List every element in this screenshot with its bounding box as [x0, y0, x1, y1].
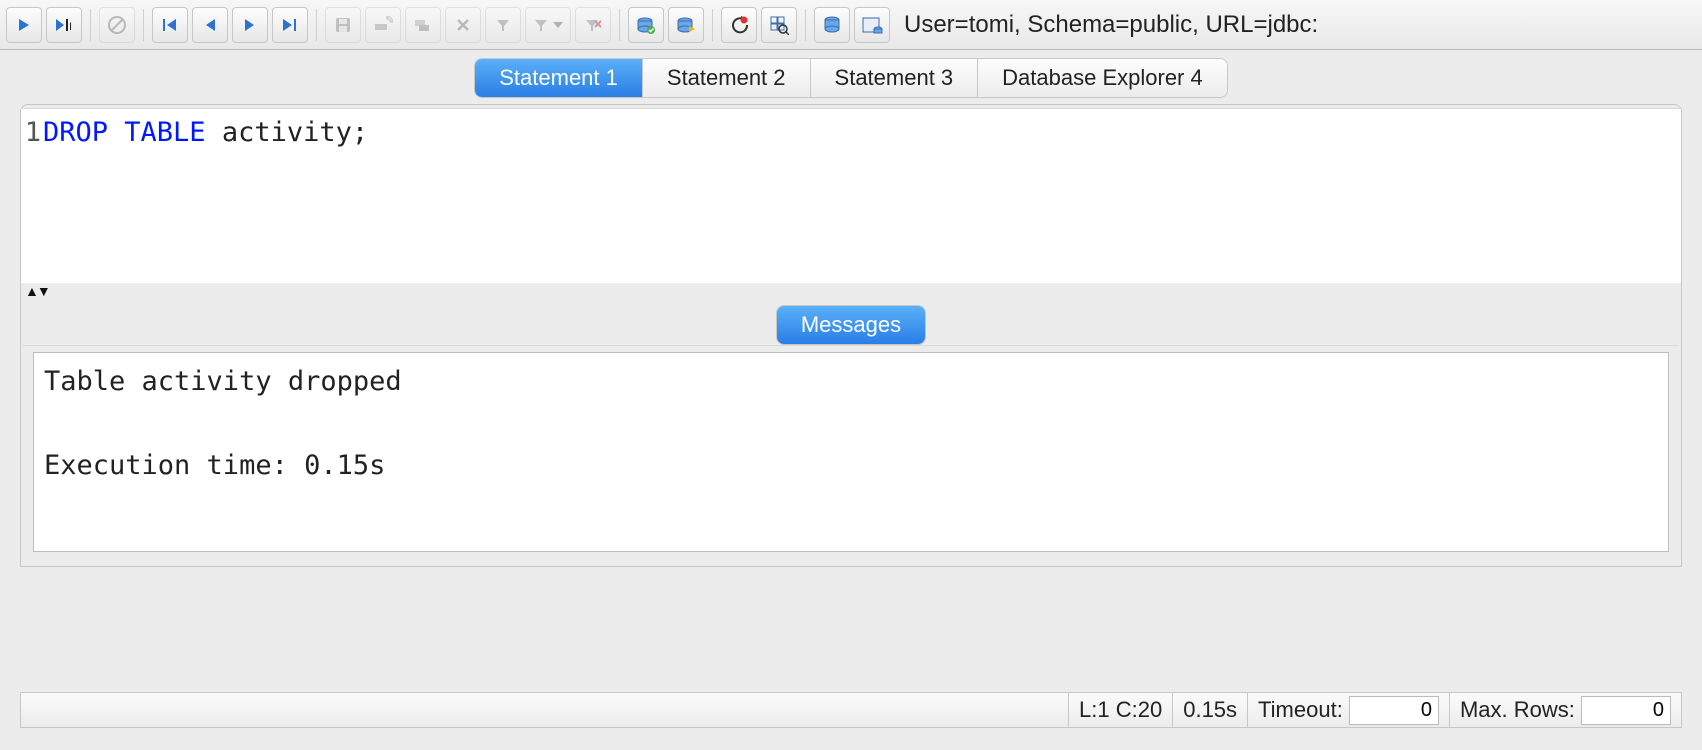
toolbar: I ✎ — [0, 0, 1702, 50]
commit-button[interactable] — [628, 7, 664, 43]
toolbar-separator — [143, 9, 144, 41]
tab-statement-3[interactable]: Statement 3 — [811, 59, 979, 97]
statement-tabs-row: Statement 1 Statement 2 Statement 3 Data… — [0, 50, 1702, 98]
run-to-cursor-button[interactable]: I — [46, 7, 82, 43]
svg-text:I: I — [69, 21, 72, 33]
tab-statement-2[interactable]: Statement 2 — [643, 59, 811, 97]
duplicate-row-button[interactable] — [405, 7, 441, 43]
timeout-label: Timeout: — [1258, 697, 1343, 723]
sql-keyword: DROP TABLE — [43, 117, 206, 148]
sql-editor[interactable]: 1 DROP TABLE activity; — [21, 108, 1681, 283]
sql-text: activity; — [206, 117, 369, 148]
toolbar-separator — [805, 9, 806, 41]
next-record-button[interactable] — [232, 7, 268, 43]
previous-record-button[interactable] — [192, 7, 228, 43]
tab-messages[interactable]: Messages — [777, 306, 925, 344]
tab-database-explorer[interactable]: Database Explorer 4 — [978, 59, 1227, 97]
timeout-cell: Timeout: — [1247, 693, 1449, 727]
messages-output[interactable]: Table activity dropped Execution time: 0… — [33, 352, 1669, 552]
result-tabs: Messages — [776, 305, 926, 345]
toolbar-separator — [712, 9, 713, 41]
toolbar-separator — [316, 9, 317, 41]
insert-row-button[interactable]: ✎ — [365, 7, 401, 43]
last-record-button[interactable] — [272, 7, 308, 43]
rollback-button[interactable] — [721, 7, 757, 43]
connection-string: User=tomi, Schema=public, URL=jdbc: — [904, 11, 1696, 39]
first-record-button[interactable] — [152, 7, 188, 43]
cursor-position: L:1 C:20 — [1068, 693, 1172, 727]
save-button[interactable] — [325, 7, 361, 43]
run-button[interactable] — [6, 7, 42, 43]
maxrows-cell: Max. Rows: — [1449, 693, 1681, 727]
delete-row-button[interactable] — [445, 7, 481, 43]
result-tabs-row: Messages — [21, 299, 1681, 345]
svg-text:✎: ✎ — [385, 16, 393, 27]
status-bar: L:1 C:20 0.15s Timeout: Max. Rows: — [20, 692, 1682, 728]
maxrows-input[interactable] — [1581, 696, 1671, 725]
filter-button[interactable] — [485, 7, 521, 43]
main-panel: 1 DROP TABLE activity; ▲▼ Messages Table… — [20, 104, 1682, 567]
clear-filter-button[interactable] — [575, 7, 611, 43]
line-number-gutter: 1 — [21, 109, 43, 283]
db-object-button[interactable] — [854, 7, 890, 43]
execution-time: 0.15s — [1172, 693, 1247, 727]
statement-tabs: Statement 1 Statement 2 Statement 3 Data… — [474, 58, 1227, 98]
tab-statement-1[interactable]: Statement 1 — [475, 59, 643, 97]
execute-script-button[interactable] — [668, 7, 704, 43]
timeout-input[interactable] — [1349, 696, 1439, 725]
find-data-button[interactable] — [761, 7, 797, 43]
toolbar-separator — [90, 9, 91, 41]
stop-button[interactable] — [99, 7, 135, 43]
filter-dropdown-button[interactable] — [525, 7, 571, 43]
db-browser-button[interactable] — [814, 7, 850, 43]
maxrows-label: Max. Rows: — [1460, 697, 1575, 723]
sql-code[interactable]: DROP TABLE activity; — [43, 109, 1681, 283]
messages-panel: Table activity dropped Execution time: 0… — [23, 345, 1679, 566]
toolbar-separator — [619, 9, 620, 41]
splitter-handle[interactable]: ▲▼ — [21, 283, 1681, 299]
